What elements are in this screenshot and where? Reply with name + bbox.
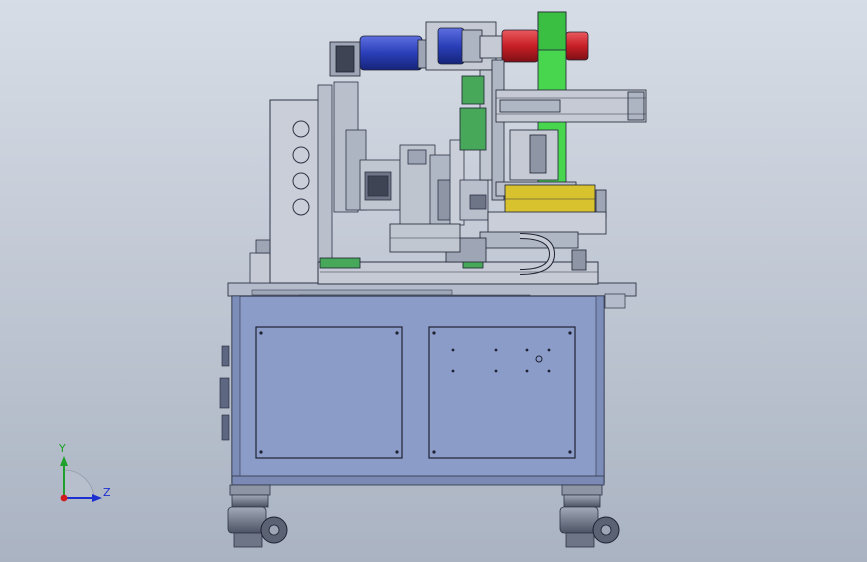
triad-x-axis: [60, 494, 68, 502]
cabinet-bracket-right: [604, 293, 626, 309]
assembly-model[interactable]: [0, 0, 867, 562]
cabinet[interactable]: [219, 282, 637, 486]
cabinet-top-rail: [251, 289, 453, 296]
cad-viewport[interactable]: Y Z: [0, 0, 867, 562]
horizontal-arm: [495, 89, 647, 123]
triad-y-label: Y: [59, 442, 66, 455]
column-plate: [269, 84, 333, 284]
cabinet-bottom-rail: [231, 475, 605, 486]
cabinet-frame-left: [231, 295, 241, 484]
cabinet-door-left[interactable]: [255, 326, 403, 459]
cabinet-door-right[interactable]: [428, 326, 576, 459]
deck-green-strip: [319, 257, 361, 269]
cabinet-frame-right: [595, 295, 605, 484]
green-motors: [459, 75, 487, 151]
triad-z-label: Z: [103, 486, 111, 499]
